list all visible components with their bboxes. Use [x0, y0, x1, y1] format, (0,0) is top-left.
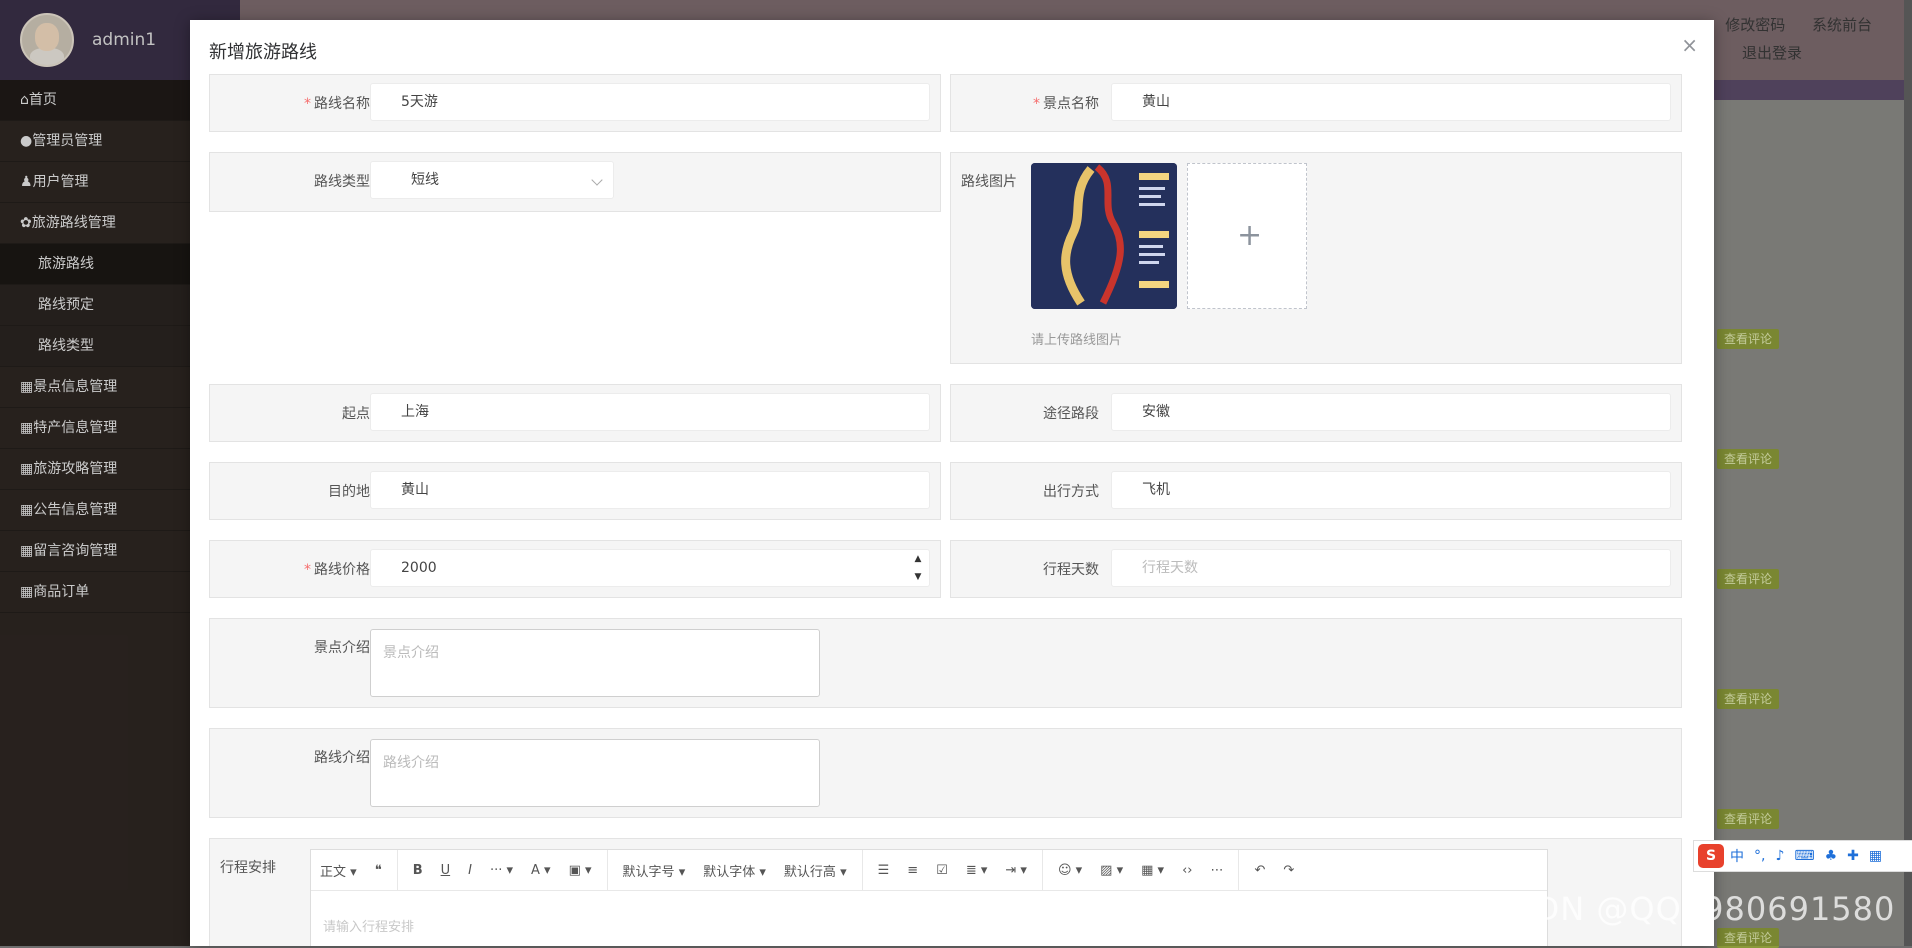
travel-mode-field: 出行方式 飞机 [950, 462, 1682, 520]
todo-icon[interactable]: ☑ [927, 863, 957, 878]
table-icon[interactable]: ▦ ▾ [1132, 863, 1173, 878]
ime-logo-icon: S [1698, 844, 1724, 868]
add-route-dialog: 新增旅游路线 × * 路线名称 5天游 * 景点名称 黄山 路线类型 短线 路线图片 [190, 20, 1714, 946]
route-type-select[interactable]: 短线 [370, 161, 614, 199]
days-field: 行程天数 行程天数 [950, 540, 1682, 598]
punctuation-icon[interactable]: °, [1754, 848, 1765, 864]
game-icon[interactable]: ✚ [1847, 848, 1859, 864]
decrement-icon[interactable]: ▼ [907, 568, 929, 586]
start-field: 起点 上海 [209, 384, 941, 442]
route-image-field: 路线图片 + 请上传路线图片 [950, 152, 1682, 364]
scenic-intro-field: 景点介绍 景点介绍 [209, 618, 1682, 708]
destination-field: 目的地 黄山 [209, 462, 941, 520]
rich-text-editor[interactable]: 正文 ▾ ❝ B U I ··· ▾ A ▾ ▣ ▾ 默认字号 ▾ 默认字体 ▾… [310, 849, 1548, 946]
divider-icon[interactable]: ⋯ [1201, 863, 1232, 878]
align-icon[interactable]: ≣ ▾ [957, 863, 997, 878]
emoji-icon[interactable]: ☺ ▾ [1049, 863, 1091, 878]
route-name-input[interactable]: 5天游 [370, 83, 930, 121]
start-input[interactable]: 上海 [370, 393, 930, 431]
price-stepper[interactable]: ▲ ▼ [907, 550, 929, 586]
itinerary-field: 行程安排 正文 ▾ ❝ B U I ··· ▾ A ▾ ▣ ▾ 默认字号 ▾ 默… [209, 838, 1682, 946]
line-height-select[interactable]: 默认行高 ▾ [775, 861, 856, 880]
plus-icon: + [1237, 218, 1263, 253]
keyboard-icon[interactable]: ⌨ [1794, 848, 1814, 864]
via-input[interactable]: 安徽 [1111, 393, 1671, 431]
start-label: 起点 [342, 406, 370, 422]
days-input[interactable]: 行程天数 [1111, 549, 1671, 587]
price-value: 2000 [401, 560, 437, 576]
price-input[interactable]: 2000 ▲ ▼ [370, 549, 930, 587]
more-icon[interactable]: ··· ▾ [481, 863, 522, 878]
route-map-image[interactable] [1031, 163, 1177, 309]
page-scrollbar[interactable] [1904, 0, 1912, 946]
route-name-label: 路线名称 [314, 96, 370, 112]
mic-icon[interactable]: ♪ [1775, 848, 1784, 864]
ime-toolbar[interactable]: S 中 °, ♪ ⌨ ♣ ✚ ▦ [1693, 840, 1912, 872]
via-label: 途径路段 [1043, 406, 1099, 422]
underline-icon[interactable]: U [432, 863, 460, 878]
route-image-hint: 请上传路线图片 [1031, 333, 1123, 348]
route-type-value: 短线 [411, 172, 439, 188]
days-label: 行程天数 [1043, 562, 1099, 578]
font-size-select[interactable]: 默认字号 ▾ [614, 861, 695, 880]
travel-mode-label: 出行方式 [1043, 484, 1099, 500]
quote-icon[interactable]: ❝ [366, 863, 391, 878]
undo-icon[interactable]: ↶ [1245, 863, 1274, 878]
scenic-intro-label: 景点介绍 [314, 640, 370, 656]
bullet-list-icon[interactable]: ☰ [869, 863, 899, 878]
scenic-name-field: * 景点名称 黄山 [950, 74, 1682, 132]
chevron-down-icon [591, 174, 603, 186]
price-label: 路线价格 [314, 562, 370, 578]
route-type-label: 路线类型 [314, 174, 370, 190]
font-color-icon[interactable]: A ▾ [522, 863, 560, 878]
destination-label: 目的地 [328, 484, 370, 500]
destination-input[interactable]: 黄山 [370, 471, 930, 509]
grid-icon[interactable]: ▦ [1869, 848, 1882, 864]
bg-color-icon[interactable]: ▣ ▾ [560, 863, 601, 878]
code-icon[interactable]: ‹› [1173, 863, 1201, 878]
upload-button[interactable]: + [1187, 163, 1307, 309]
font-family-select[interactable]: 默认字体 ▾ [694, 861, 775, 880]
editor-toolbar: 正文 ▾ ❝ B U I ··· ▾ A ▾ ▣ ▾ 默认字号 ▾ 默认字体 ▾… [311, 850, 1547, 891]
route-intro-textarea[interactable]: 路线介绍 [370, 739, 820, 807]
italic-icon[interactable]: I [459, 863, 481, 878]
redo-icon[interactable]: ↷ [1274, 863, 1303, 878]
bold-icon[interactable]: B [404, 863, 432, 878]
route-intro-label: 路线介绍 [314, 750, 370, 766]
route-type-field: 路线类型 短线 [209, 152, 941, 212]
editor-placeholder: 请输入行程安排 [323, 920, 415, 935]
dialog-title: 新增旅游路线 [209, 42, 317, 63]
increment-icon[interactable]: ▲ [907, 550, 929, 568]
numbered-list-icon[interactable]: ≡ [898, 863, 927, 878]
via-field: 途径路段 安徽 [950, 384, 1682, 442]
indent-icon[interactable]: ⇥ ▾ [996, 863, 1036, 878]
close-icon[interactable]: × [1681, 35, 1698, 55]
scenic-name-label: 景点名称 [1043, 96, 1099, 112]
route-name-field: * 路线名称 5天游 [209, 74, 941, 132]
paragraph-select[interactable]: 正文 ▾ [311, 861, 366, 880]
route-intro-field: 路线介绍 路线介绍 [209, 728, 1682, 818]
scenic-name-input[interactable]: 黄山 [1111, 83, 1671, 121]
ime-lang[interactable]: 中 [1730, 846, 1744, 866]
itinerary-label: 行程安排 [220, 860, 276, 876]
image-icon[interactable]: ▨ ▾ [1091, 863, 1132, 878]
scenic-intro-textarea[interactable]: 景点介绍 [370, 629, 820, 697]
watermark: CSDN @QQ1980691580 [1490, 890, 1896, 928]
route-image-label: 路线图片 [961, 174, 1017, 190]
route-map-icon [1031, 163, 1177, 309]
travel-mode-input[interactable]: 飞机 [1111, 471, 1671, 509]
skin-icon[interactable]: ♣ [1825, 848, 1838, 864]
price-field: * 路线价格 2000 ▲ ▼ [209, 540, 941, 598]
